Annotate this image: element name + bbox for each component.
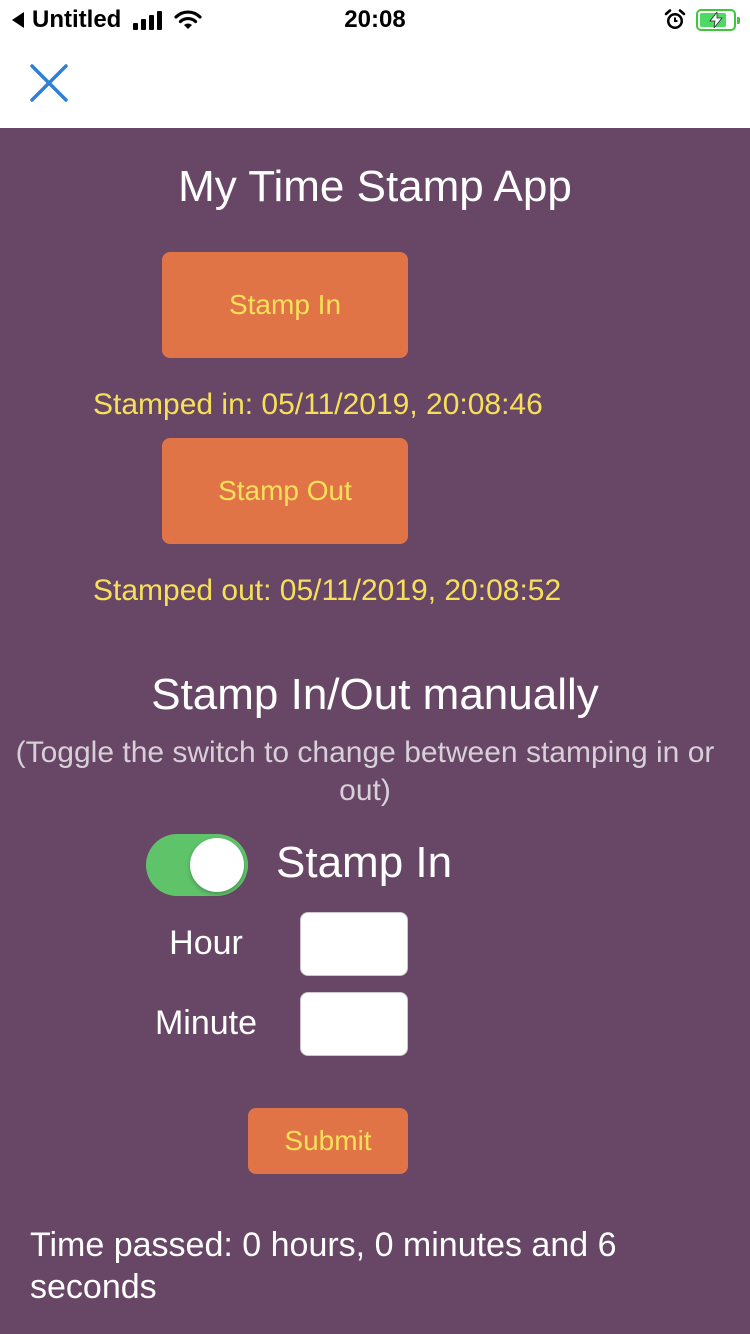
- top-bar: Untitled 20:08: [0, 0, 750, 128]
- app-title: My Time Stamp App: [178, 162, 572, 211]
- stamp-in-button[interactable]: Stamp In: [162, 252, 408, 358]
- toggle-label: Stamp In: [276, 838, 453, 887]
- alarm-icon: [664, 9, 686, 29]
- toggle-knob[interactable]: [190, 838, 244, 892]
- manual-section-subtitle: (Toggle the switch to change between sta…: [15, 736, 715, 807]
- status-time: 20:08: [344, 6, 406, 33]
- stamped-in-text: Stamped in: 05/11/2019, 20:08:46: [93, 388, 543, 421]
- hour-label: Hour: [169, 924, 243, 962]
- charging-bolt-icon: [709, 12, 723, 28]
- manual-section-title: Stamp In/Out manually: [151, 670, 599, 719]
- stamp-out-button[interactable]: Stamp Out: [162, 438, 408, 544]
- battery-charging-icon: [696, 9, 740, 31]
- status-bar-right: [664, 6, 740, 34]
- minute-label: Minute: [154, 1004, 258, 1042]
- minute-input[interactable]: [300, 992, 408, 1056]
- stamp-mode-toggle[interactable]: [146, 834, 248, 896]
- hour-input[interactable]: [300, 912, 408, 976]
- submit-button[interactable]: Submit: [248, 1108, 408, 1174]
- time-passed-text: Time passed: 0 hours, 0 minutes and 6 se…: [30, 1226, 617, 1306]
- stamped-out-text: Stamped out: 05/11/2019, 20:08:52: [93, 574, 562, 607]
- close-icon[interactable]: [26, 60, 72, 106]
